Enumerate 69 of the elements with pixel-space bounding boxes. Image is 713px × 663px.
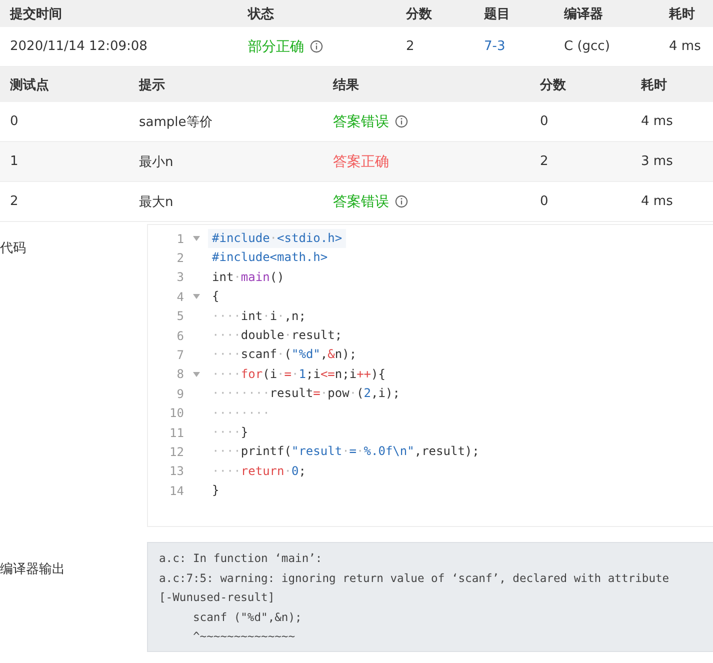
problem-link[interactable]: 7-3 [484,39,506,54]
code-line: int·main() [211,268,286,286]
table-cell-text: 0 [9,114,20,129]
info-icon[interactable] [310,40,323,52]
status-text: 部分正确 [248,38,304,54]
output-line: a.c: In function ‘main’: [159,551,324,567]
table-cell-text: 4 ms [640,114,674,129]
output-line: ^~~~~~~~~~~~~~~ [192,629,296,645]
code-line: ····int·i·,n; [211,308,307,325]
column-header: 分数 [404,6,433,22]
output-line: scanf ("%d",&n); [192,610,303,626]
column-header: 分数 [538,76,567,94]
column-header: 耗时 [668,6,696,22]
table-cell-text: 4 ms [668,39,702,54]
table-cell-text: 最大n [138,194,174,210]
column-header: 状态 [246,6,275,22]
code-line: ····scanf·("%d",&n); [211,346,358,364]
table-cell-text: 1 [9,154,20,169]
table-cell-text: 4 ms [640,194,674,209]
code-line: } [211,482,220,500]
line-number: 8 [176,367,184,382]
section-label: 编译器输出 [0,561,66,578]
code-line: ····printf("result·=·%.0f\n",result); [211,443,480,460]
info-icon[interactable] [395,194,408,208]
table-cell-text: 0 [539,114,550,129]
code-line: ····} [211,424,250,441]
info-icon[interactable] [395,114,408,128]
line-number: 4 [176,290,184,304]
code-line: ····double·result; [211,326,344,344]
table-cell-text: C (gcc) [563,39,611,54]
status-text: 答案正确 [333,154,389,170]
line-number: 10 [168,406,184,420]
line-number: 3 [176,270,184,284]
column-header: 提示 [138,76,166,94]
line-number: 6 [176,328,184,343]
table-cell-text: 2 [9,194,20,209]
code-line: ····return·0; [211,462,307,480]
line-number: 1 [176,232,184,246]
code-line: ········ [211,404,271,422]
line-number: 7 [176,348,184,362]
column-header: 测试点 [9,76,50,94]
line-number: 2 [176,251,184,266]
code-line: { [211,288,220,306]
line-number: 13 [168,464,184,478]
table-cell-text: 2 [539,154,550,169]
table-cell-text: 0 [539,194,550,209]
table-cell-text: sample等价 [138,114,214,130]
line-number: 12 [168,444,184,459]
table-cell-text: 2 [405,39,416,54]
code-line: #include<math.h> [211,249,329,266]
output-line: [-Wunused-result] [159,590,276,606]
table-cell-text: 最小n [138,154,174,170]
code-line: ····for(i·=·1;i<=n;i++){ [211,366,386,383]
line-number: 9 [176,386,184,401]
column-header: 提交时间 [8,6,63,22]
line-number: 11 [168,426,184,440]
column-header: 耗时 [640,76,668,94]
column-header: 结果 [332,76,360,94]
status-text: 答案错误 [333,194,389,210]
line-number: 14 [168,484,184,498]
code-line: ········result=·pow·(2,i); [211,385,401,402]
line-number: 5 [176,309,184,324]
table-cell-text: 2020/11/14 12:09:08 [9,39,148,54]
column-header: 编译器 [562,6,604,22]
output-line: a.c:7:5: warning: ignoring return value of ‘scanf’, declared with attribute [159,570,670,586]
column-header: 题目 [483,6,511,22]
table-cell-text: 3 ms [640,154,674,169]
section-label: 代码 [0,240,27,257]
status-text: 答案错误 [333,114,389,130]
